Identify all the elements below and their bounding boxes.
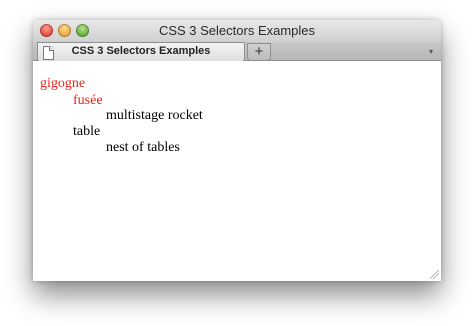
browser-window: CSS 3 Selectors Examples CSS 3 Selectors…: [33, 20, 441, 281]
page-content: gigogne fusée multistage rocket table ne…: [33, 61, 441, 281]
tab-label: CSS 3 Selectors Examples: [71, 45, 211, 57]
tab-strip: CSS 3 Selectors Examples + ▾: [33, 42, 441, 62]
new-tab-button[interactable]: +: [247, 43, 271, 61]
window-title: CSS 3 Selectors Examples: [158, 23, 316, 38]
title-bar[interactable]: CSS 3 Selectors Examples: [33, 20, 441, 42]
term-gigogne: gigogne: [40, 76, 86, 91]
tab-active[interactable]: CSS 3 Selectors Examples: [37, 42, 245, 62]
definition-nest-of-tables: nest of tables: [106, 140, 180, 155]
tab-menu-chevron-down-icon[interactable]: ▾: [429, 47, 433, 56]
term-fusee: fusée: [73, 93, 103, 108]
term-table: table: [73, 124, 101, 139]
definition-multistage-rocket: multistage rocket: [106, 108, 203, 123]
resize-grip-icon[interactable]: [430, 270, 439, 279]
